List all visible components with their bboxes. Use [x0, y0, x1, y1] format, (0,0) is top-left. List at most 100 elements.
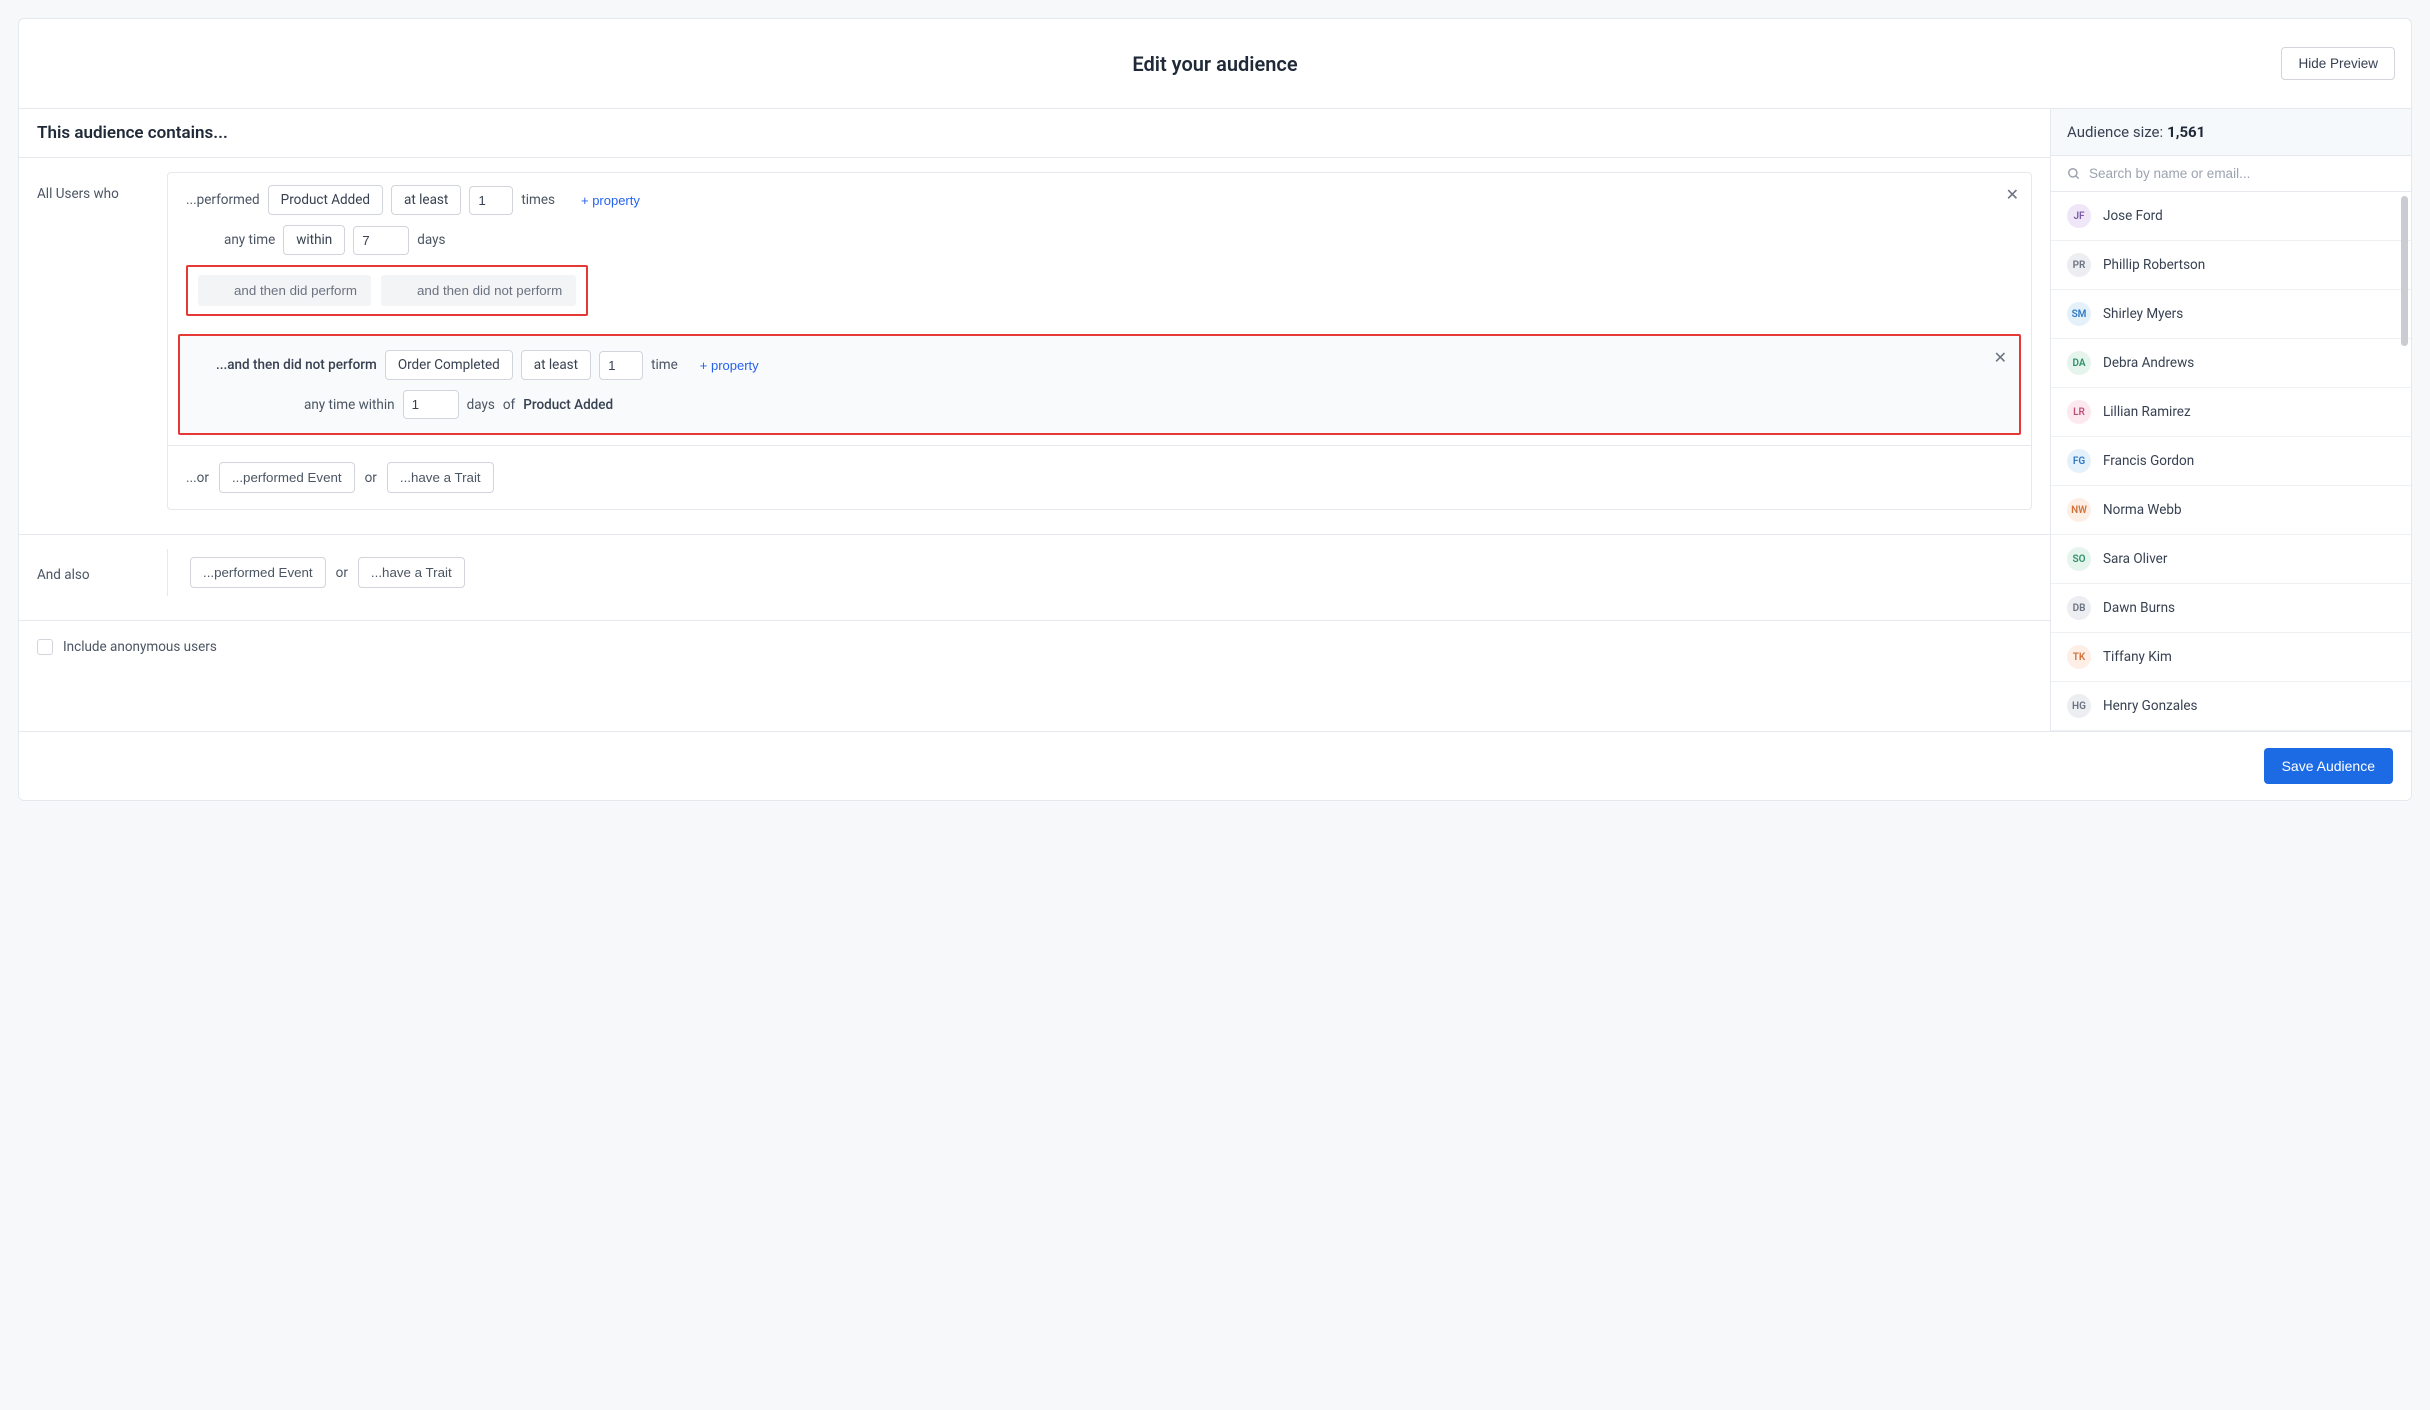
panel-body: This audience contains... All Users who … — [19, 109, 2411, 731]
then-did-not-perform-button[interactable]: and then did not perform — [381, 275, 576, 306]
rule-label-and-also: And also — [37, 549, 167, 596]
include-anonymous-checkbox[interactable] — [37, 639, 53, 655]
operator-select[interactable]: at least — [391, 185, 461, 215]
within-value-input[interactable] — [353, 226, 409, 255]
count-input-2[interactable] — [599, 351, 643, 380]
person-name: Francis Gordon — [2103, 453, 2194, 469]
person-row[interactable]: NW Norma Webb — [2051, 486, 2411, 535]
people-list: JF Jose Ford PRPhillip Robertson SM Shirley … — [2051, 192, 2411, 731]
person-name: Jose Ford — [2103, 208, 2163, 224]
page-title: Edit your audience — [1132, 52, 1297, 76]
audience-editor-panel: Edit your audience Hide Preview This aud… — [18, 18, 2412, 801]
audience-size-bar: Audience size: 1,561 — [2051, 109, 2411, 156]
rules-area: All Users who ✕ ...performed Product Add… — [19, 158, 2050, 673]
within-unit-label-2: days — [467, 397, 495, 413]
then-did-not-perform-label: and then did not perform — [417, 283, 562, 298]
funnel-icon — [194, 359, 208, 371]
rule-block-and-also: And also ...performed Event or ...have a… — [19, 535, 2050, 621]
condition-then-did-not-perform: ✕ ...and then did not perform Order Comp… — [178, 334, 2021, 435]
then-did-perform-label: and then did perform — [234, 283, 357, 298]
then-prefix: ...and then did not perform — [216, 357, 377, 373]
person-row[interactable]: DB Dawn Burns — [2051, 584, 2411, 633]
person-name: Sara Oliver — [2103, 551, 2167, 567]
times-label: times — [521, 192, 555, 208]
person-name: Shirley Myers — [2103, 306, 2183, 322]
within-value-input-2[interactable] — [403, 390, 459, 419]
include-anonymous-label: Include anonymous users — [63, 639, 217, 655]
event-select[interactable]: Product Added — [268, 185, 383, 215]
any-time-within-label: any time within — [304, 397, 395, 413]
have-trait-button[interactable]: ...have a Trait — [387, 462, 494, 493]
within-unit-label: days — [417, 232, 445, 248]
panel-footer: Save Audience — [19, 731, 2411, 800]
performed-event-button[interactable]: ...performed Event — [219, 462, 355, 493]
avatar: DB — [2067, 596, 2091, 620]
avatar: JF — [2067, 204, 2091, 228]
avatar: NW — [2067, 498, 2091, 522]
or-separator: or — [365, 470, 377, 486]
avatar: TK — [2067, 645, 2091, 669]
ref-event-label: Product Added — [523, 397, 613, 413]
or-row: ...or ...performed Event or ...have a Tr… — [168, 445, 2031, 509]
add-property-button-2[interactable]: + property — [700, 358, 759, 373]
builder-column: This audience contains... All Users who … — [19, 109, 2051, 731]
funnel-icon — [212, 285, 226, 297]
person-row[interactable]: JF Jose Ford — [2051, 192, 2411, 241]
condition-performed: ✕ ...performed Product Added at least ti… — [168, 173, 2031, 328]
person-name: Debra Andrews — [2103, 355, 2194, 371]
avatar: HG — [2067, 694, 2091, 718]
avatar: FG — [2067, 449, 2091, 473]
audience-size-label: Audience size: — [2067, 123, 2163, 141]
audience-size-value: 1,561 — [2167, 123, 2205, 141]
panel-header: Edit your audience Hide Preview — [19, 19, 2411, 109]
person-row[interactable]: LR Lillian Ramirez — [2051, 388, 2411, 437]
include-anonymous-row: Include anonymous users — [19, 621, 2050, 673]
avatar: SM — [2067, 302, 2091, 326]
person-name: Henry Gonzales — [2103, 698, 2197, 714]
person-row[interactable]: TK Tiffany Kim — [2051, 633, 2411, 682]
scrollbar[interactable] — [2401, 196, 2408, 346]
hide-preview-button[interactable]: Hide Preview — [2281, 47, 2395, 80]
within-select[interactable]: within — [283, 225, 345, 255]
person-row[interactable]: FG Francis Gordon — [2051, 437, 2411, 486]
person-name: Lillian Ramirez — [2103, 404, 2191, 420]
or-separator-2: or — [336, 565, 348, 581]
person-row[interactable]: SM Shirley Myers — [2051, 290, 2411, 339]
event-select-2[interactable]: Order Completed — [385, 350, 513, 380]
save-audience-button[interactable]: Save Audience — [2264, 748, 2393, 784]
performed-event-button-2[interactable]: ...performed Event — [190, 557, 326, 588]
person-name: Tiffany Kim — [2103, 649, 2172, 665]
then-buttons-group: and then did perform and then did not pe… — [186, 265, 588, 316]
avatar: LR — [2067, 400, 2091, 424]
remove-condition-button[interactable]: ✕ — [2006, 185, 2019, 205]
count-input[interactable] — [469, 186, 513, 215]
preview-column: Audience size: 1,561 JF Jose Ford PRPhilli… — [2051, 109, 2411, 731]
person-row[interactable]: PRPhillip Robertson — [2051, 241, 2411, 290]
person-row[interactable]: DA Debra Andrews — [2051, 339, 2411, 388]
rule-content-1: ✕ ...performed Product Added at least ti… — [167, 172, 2032, 510]
contains-heading: This audience contains... — [19, 109, 2050, 158]
person-name: Norma Webb — [2103, 502, 2182, 518]
performed-prefix: ...performed — [186, 192, 260, 208]
rule-block-all-users: All Users who ✕ ...performed Product Add… — [19, 158, 2050, 535]
person-name: Dawn Burns — [2103, 600, 2175, 616]
avatar: PR — [2067, 253, 2091, 277]
search-input[interactable] — [2089, 166, 2395, 181]
and-also-row: ...performed Event or ...have a Trait — [167, 549, 2032, 596]
search-icon — [2067, 167, 2081, 181]
have-trait-button-2[interactable]: ...have a Trait — [358, 557, 465, 588]
then-did-perform-button[interactable]: and then did perform — [198, 275, 371, 306]
add-property-button[interactable]: + property — [581, 193, 640, 208]
avatar: SO — [2067, 547, 2091, 571]
of-label: of — [503, 397, 515, 413]
person-row[interactable]: SO Sara Oliver — [2051, 535, 2411, 584]
remove-condition-button[interactable]: ✕ — [1994, 348, 2007, 368]
person-row[interactable]: HG Henry Gonzales — [2051, 682, 2411, 731]
time-label: time — [651, 357, 678, 373]
operator-select-2[interactable]: at least — [521, 350, 591, 380]
any-time-label: any time — [224, 232, 275, 248]
funnel-icon — [395, 285, 409, 297]
avatar: DA — [2067, 351, 2091, 375]
or-prefix: ...or — [186, 470, 209, 486]
search-bar — [2051, 156, 2411, 192]
